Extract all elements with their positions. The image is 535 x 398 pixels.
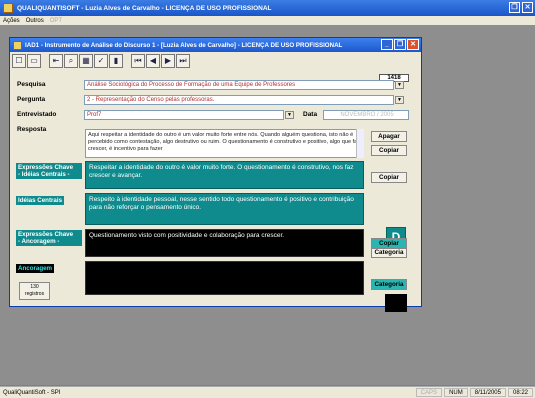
form-window: IAD1 - Instrumento de Análise do Discurs… [9, 37, 422, 312]
expressoes-ancoragem-label-line1: Expressões Chave [18, 231, 74, 238]
ancoragem-label: Ancoragem [16, 264, 55, 273]
last-record-icon[interactable]: ⏭ [176, 54, 190, 68]
entrevistado-label: Entrevistado [17, 111, 57, 118]
next-record-icon[interactable]: ▶ [161, 54, 175, 68]
expressoes-chave-label-line1: Expressões Chave [18, 164, 74, 171]
form-close-icon[interactable]: ✕ [407, 39, 419, 50]
pergunta-field[interactable]: 2 - Representação do Censo pelas profess… [84, 95, 394, 105]
categoria-button-2[interactable]: Categoria [371, 279, 407, 290]
pesquisa-field[interactable]: Análise Sociológica do Processo de Forma… [84, 80, 394, 90]
restore-icon[interactable]: ❐ [509, 2, 520, 13]
new-icon[interactable]: ☐ [12, 54, 26, 68]
entrevistado-dropdown-icon[interactable]: ▼ [285, 111, 294, 119]
menu-opt[interactable]: OPT [50, 18, 62, 24]
form-title: IAD1 - Instrumento de Análise do Discurs… [25, 41, 343, 49]
status-date: 8/11/2005 [469, 388, 506, 397]
expressoes-ancoragem-label-line2: - Ancoragem - [18, 238, 60, 245]
search-icon[interactable]: ⌕ [64, 54, 78, 68]
num-indicator: NUM [444, 388, 468, 397]
app-titlebar: QUALIQUANTISOFT - Luzia Alves de Carvalh… [0, 0, 535, 16]
expressoes-chave-textarea[interactable]: Respeitar a identidade do outro é valor … [85, 161, 364, 189]
maximize-icon[interactable]: ❐ [394, 39, 406, 50]
form-logo-icon [13, 40, 22, 50]
minimize-icon[interactable]: _ [381, 39, 393, 50]
spelling-icon[interactable]: ✓ [94, 54, 108, 68]
status-text: QualiQuantiSoft - SPI [3, 389, 61, 396]
data-label: Data [303, 111, 318, 118]
menu-acoes[interactable]: Ações [3, 18, 20, 24]
app-title: QUALIQUANTISOFT - Luzia Alves de Carvalh… [17, 4, 272, 12]
pergunta-label: Pergunta [17, 96, 46, 103]
records-count: 130 [30, 284, 39, 290]
form-titlebar: IAD1 - Instrumento de Análise do Discurs… [10, 38, 421, 52]
expressoes-chave-label: Expressões Chave - Idéias Centrais - [16, 163, 82, 179]
expressoes-ancoragem-label: Expressões Chave - Ancoragem - [16, 230, 82, 246]
pesquisa-dropdown-icon[interactable]: ▼ [395, 81, 404, 89]
copiar-button-3[interactable]: Copiar [371, 238, 407, 249]
expressoes-chave-label-line2: - Idéias Centrais - [18, 171, 70, 178]
status-time: 08:22 [507, 388, 533, 397]
expressoes-ancoragem-textarea[interactable]: Questionamento visto com positividade e … [85, 229, 364, 257]
resposta-label: Resposta [17, 126, 47, 133]
ideias-centrais-textarea[interactable]: Respeito à identidade pessoal, nesse sen… [85, 193, 364, 225]
toolbar: ☐ ▭ ⇤ ⌕ ▦ ✓ ▮ ⏮ ◀ ▶ ⏭ [12, 53, 191, 69]
app-close-icon[interactable]: ✕ [522, 2, 533, 13]
caps-indicator: CAPS [415, 388, 443, 397]
pesquisa-label: Pesquisa [17, 81, 46, 88]
app-logo-icon [3, 3, 13, 13]
resposta-scrollbar[interactable] [356, 129, 364, 158]
grid-icon[interactable]: ▦ [79, 54, 93, 68]
save-icon[interactable]: ▭ [27, 54, 41, 68]
ideias-centrais-label: Idéias Centrais [16, 196, 65, 205]
copiar-button-2[interactable]: Copiar [371, 172, 407, 183]
app-menubar: Ações Outros OPT [0, 16, 535, 25]
records-counter: 130 registros [19, 282, 50, 300]
ancoragem-textarea[interactable] [85, 261, 364, 295]
data-field[interactable]: NOVEMBRO / 2005 [323, 110, 409, 120]
resposta-textarea[interactable]: Aqui respeitar a identidade do outro é u… [85, 129, 364, 158]
previous-record-icon[interactable]: ◀ [146, 54, 160, 68]
statusbar: QualiQuantiSoft - SPI CAPS NUM 8/11/2005… [0, 386, 535, 398]
copiar-button-1[interactable]: Copiar [371, 145, 407, 156]
records-label: registros [24, 291, 45, 297]
category-swatch [385, 294, 407, 312]
entrevistado-field[interactable]: Prof7 [84, 110, 284, 120]
go-back-icon[interactable]: ⇤ [49, 54, 63, 68]
delete-icon[interactable]: ▮ [109, 54, 123, 68]
menu-outros[interactable]: Outros [26, 18, 44, 24]
first-record-icon[interactable]: ⏮ [131, 54, 145, 68]
apagar-button[interactable]: Apagar [371, 131, 407, 142]
pergunta-dropdown-icon[interactable]: ▼ [395, 96, 404, 104]
